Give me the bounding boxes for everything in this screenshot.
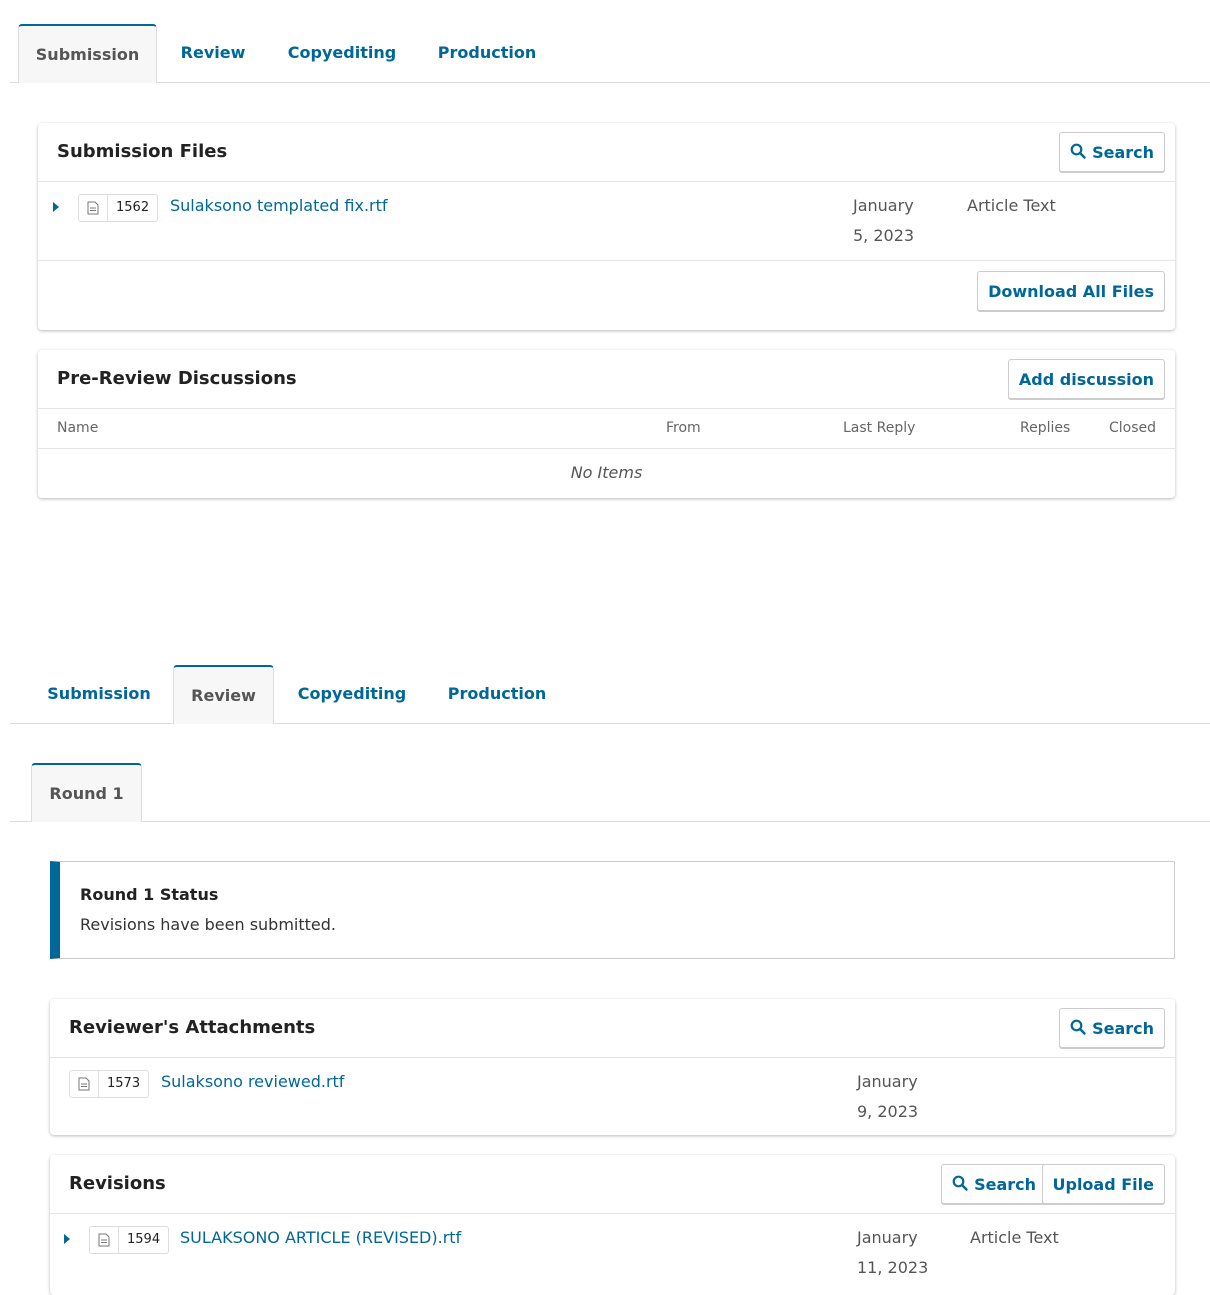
column-last-reply: Last Reply <box>843 420 916 436</box>
tab-production[interactable]: Production <box>430 24 544 82</box>
file-date: January 11, 2023 <box>857 1228 929 1277</box>
column-from: From <box>666 420 701 436</box>
tab-copyediting[interactable]: Copyediting <box>290 665 414 723</box>
search-label: Search <box>974 1175 1036 1194</box>
document-icon <box>90 1227 119 1253</box>
file-type: Article Text <box>970 1228 1059 1247</box>
tab-production[interactable]: Production <box>440 665 554 723</box>
file-row: 1594 SULAKSONO ARTICLE (REVISED).rtf Jan… <box>50 1214 1175 1292</box>
panel-title: Submission Files <box>57 141 228 162</box>
file-row: 1573 Sulaksono reviewed.rtf January 9, 2… <box>50 1058 1175 1135</box>
column-closed: Closed <box>1109 420 1157 436</box>
file-id: 1573 <box>107 1076 141 1091</box>
discussions-panel: Pre-Review Discussions Add discussion Na… <box>38 350 1175 498</box>
search-button[interactable]: Search <box>1059 1008 1165 1048</box>
expand-toggle-icon[interactable] <box>64 1234 70 1244</box>
file-row: 1562 Sulaksono templated fix.rtf January… <box>38 182 1175 261</box>
download-all-files-button[interactable]: Download All Files <box>977 271 1165 311</box>
search-icon <box>952 1166 968 1206</box>
empty-message: No Items <box>570 463 643 482</box>
file-name-link[interactable]: Sulaksono reviewed.rtf <box>161 1072 344 1091</box>
file-id: 1594 <box>127 1232 161 1247</box>
bottom-tab-bar: Submission Review Copyediting Production <box>10 665 1210 724</box>
submission-files-panel: Submission Files Search 1562 Sulaksono t… <box>38 123 1175 330</box>
search-button[interactable]: Search <box>941 1164 1047 1204</box>
top-tab-bar: Submission Review Copyediting Production <box>10 24 1210 83</box>
panel-title: Reviewer's Attachments <box>69 1017 316 1038</box>
file-name-link[interactable]: Sulaksono templated fix.rtf <box>170 196 388 215</box>
file-type: Article Text <box>967 196 1056 215</box>
round-tab-bar: Round 1 <box>10 763 1210 822</box>
panel-header: Submission Files Search <box>38 123 1175 182</box>
round-status-message: Revisions have been submitted. <box>80 915 336 934</box>
search-label: Search <box>1092 143 1154 162</box>
revisions-panel: Revisions Search Upload File 1594 SULAKS… <box>50 1155 1175 1295</box>
panel-footer: Download All Files <box>38 261 1175 330</box>
tab-review[interactable]: Review <box>173 24 253 82</box>
search-button[interactable]: Search <box>1059 132 1165 172</box>
file-badge: 1594 <box>89 1226 170 1254</box>
tab-submission[interactable]: Submission <box>38 665 160 723</box>
panel-header: Pre-Review Discussions Add discussion <box>38 350 1175 409</box>
file-id: 1562 <box>116 200 150 215</box>
reviewer-attachments-panel: Reviewer's Attachments Search 1573 Sulak… <box>50 999 1175 1135</box>
panel-header: Revisions Search Upload File <box>50 1155 1175 1214</box>
column-name: Name <box>57 420 99 436</box>
file-date: January 9, 2023 <box>857 1072 919 1121</box>
round-status-title: Round 1 Status <box>80 885 219 904</box>
round-status-notice: Round 1 Status Revisions have been submi… <box>50 861 1175 959</box>
tab-round-1[interactable]: Round 1 <box>31 763 142 822</box>
document-icon <box>70 1071 99 1097</box>
file-name-link[interactable]: SULAKSONO ARTICLE (REVISED).rtf <box>180 1228 461 1247</box>
search-label: Search <box>1092 1019 1154 1038</box>
document-icon <box>79 195 108 221</box>
search-icon <box>1070 1010 1086 1050</box>
file-badge: 1573 <box>69 1070 150 1098</box>
tab-submission[interactable]: Submission <box>18 24 157 83</box>
column-header-row: Name From Last Reply Replies Closed <box>38 409 1175 449</box>
tab-review[interactable]: Review <box>173 665 274 724</box>
tab-copyediting[interactable]: Copyediting <box>280 24 404 82</box>
column-replies: Replies <box>1020 420 1071 436</box>
upload-file-button[interactable]: Upload File <box>1041 1164 1165 1204</box>
panel-title: Revisions <box>69 1173 166 1194</box>
panel-title: Pre-Review Discussions <box>57 368 297 389</box>
panel-header: Reviewer's Attachments Search <box>50 999 1175 1058</box>
add-discussion-button[interactable]: Add discussion <box>1007 359 1165 399</box>
search-icon <box>1070 134 1086 174</box>
file-date: January 5, 2023 <box>853 196 915 245</box>
expand-toggle-icon[interactable] <box>53 202 59 212</box>
file-badge: 1562 <box>78 194 159 222</box>
